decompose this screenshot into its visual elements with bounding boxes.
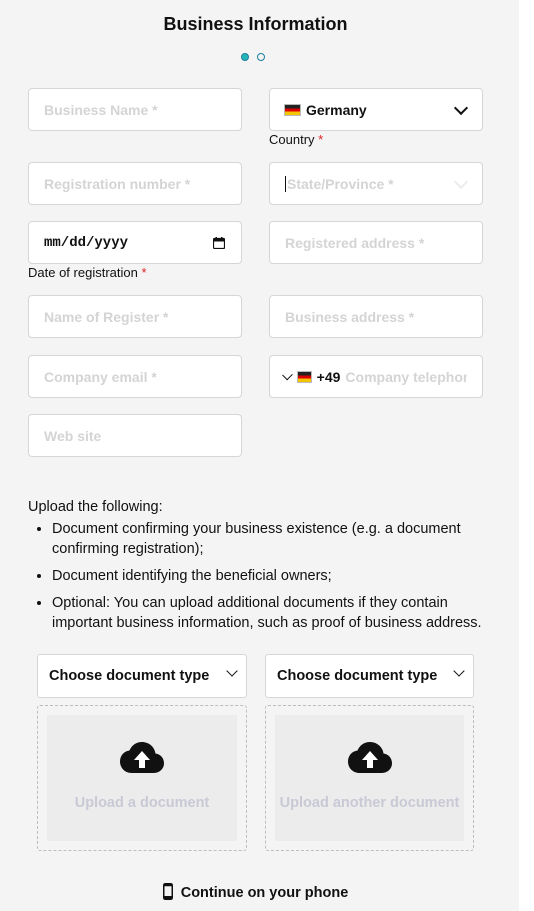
required-mark: * — [318, 132, 324, 147]
upload-instructions: Upload the following: Document confirmin… — [28, 497, 498, 640]
mobile-phone-icon — [162, 883, 173, 900]
date-value: mm/dd/yyyy — [44, 234, 129, 251]
step-indicator — [241, 53, 265, 61]
cloud-upload-icon — [120, 742, 164, 773]
state-province-placeholder: State/Province * — [287, 175, 394, 192]
chevron-down-icon[interactable] — [282, 369, 293, 380]
germany-flag-icon — [285, 104, 300, 115]
web-site-input[interactable]: Web site — [28, 414, 242, 457]
upload-intro-text: Upload the following: — [28, 499, 163, 515]
step-dot-1[interactable] — [241, 53, 249, 61]
list-item: Document confirming your business existe… — [52, 519, 498, 559]
web-site-placeholder: Web site — [44, 427, 102, 444]
list-item: Optional: You can upload additional docu… — [52, 593, 498, 633]
page-title: Business Information — [163, 14, 348, 34]
chevron-down-icon — [453, 665, 465, 677]
country-label: Country * — [269, 132, 324, 147]
upload-area[interactable]: Upload a document — [47, 715, 237, 841]
form-panel: Business Information Business Name * Ger… — [0, 0, 519, 911]
country-select[interactable]: Germany — [269, 88, 483, 131]
business-name-input[interactable]: Business Name * — [28, 88, 242, 131]
document-type-select-2[interactable]: Choose document type — [265, 654, 474, 698]
upload-requirements-list: Document confirming your business existe… — [28, 519, 498, 633]
company-telephone-input[interactable]: +49 Company telephone * — [269, 355, 483, 398]
upload-dropzone-1[interactable]: Upload a document — [37, 705, 247, 851]
germany-flag-icon — [297, 371, 311, 382]
upload-document-label: Upload a document — [74, 795, 210, 811]
continue-on-phone-link[interactable]: Continue on your phone — [0, 883, 511, 901]
chevron-down-icon — [453, 174, 469, 189]
document-type-select-1[interactable]: Choose document type — [37, 654, 247, 698]
calendar-icon[interactable] — [213, 237, 225, 249]
chevron-down-icon — [226, 665, 238, 677]
name-of-register-input[interactable]: Name of Register * — [28, 295, 242, 338]
required-mark: * — [141, 265, 147, 280]
upload-area[interactable]: Upload another document — [275, 715, 464, 841]
text-cursor — [285, 175, 286, 192]
date-of-registration-label: Date of registration * — [28, 265, 147, 280]
upload-dropzone-2[interactable]: Upload another document — [265, 705, 474, 851]
company-email-input[interactable]: Company email * — [28, 355, 242, 398]
registration-number-placeholder: Registration number * — [44, 175, 191, 192]
date-of-registration-input[interactable]: mm/dd/yyyy — [28, 221, 242, 264]
cloud-upload-icon — [347, 742, 392, 773]
business-name-placeholder: Business Name * — [44, 101, 158, 118]
business-address-input[interactable]: Business address * — [269, 295, 483, 338]
registered-address-placeholder: Registered address * — [285, 234, 425, 251]
registration-number-input[interactable]: Registration number * — [28, 162, 242, 205]
registered-address-input[interactable]: Registered address * — [269, 221, 483, 264]
state-province-select[interactable]: State/Province * — [269, 162, 483, 205]
document-type-label: Choose document type — [49, 668, 210, 684]
business-address-placeholder: Business address * — [285, 308, 415, 325]
list-item: Document identifying the beneficial owne… — [52, 566, 498, 586]
country-value: Germany — [306, 101, 367, 118]
company-telephone-placeholder: Company telephone * — [345, 368, 467, 385]
document-type-label: Choose document type — [277, 668, 438, 684]
continue-on-phone-label: Continue on your phone — [180, 885, 349, 901]
step-dot-2[interactable] — [257, 53, 265, 61]
company-email-placeholder: Company email * — [44, 368, 157, 385]
upload-another-document-label: Upload another document — [279, 795, 460, 811]
name-of-register-placeholder: Name of Register * — [44, 308, 169, 325]
chevron-down-icon — [453, 100, 469, 115]
dial-code: +49 — [316, 368, 341, 385]
